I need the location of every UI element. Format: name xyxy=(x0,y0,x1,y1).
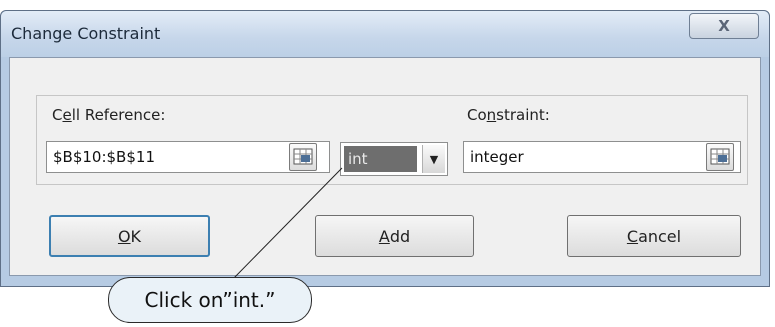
callout-text: Click on”int.” xyxy=(144,288,276,312)
instruction-callout: Click on”int.” xyxy=(108,277,312,323)
callout-pointer xyxy=(231,167,343,281)
